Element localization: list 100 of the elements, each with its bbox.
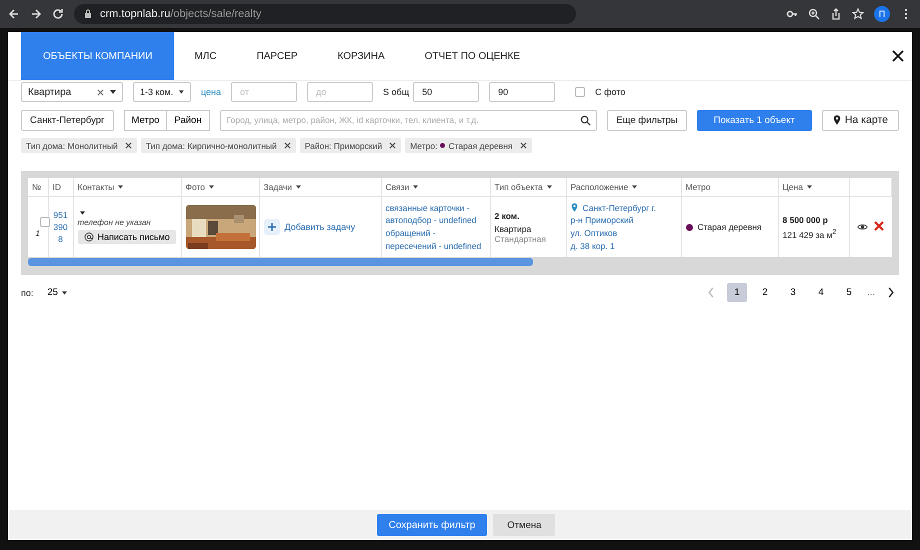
page-button[interactable]: 1	[727, 283, 748, 302]
delete-icon[interactable]	[874, 221, 884, 231]
url-host: crm.topnlab.ru	[100, 8, 170, 20]
share-icon[interactable]	[830, 8, 842, 20]
at-sign-icon	[84, 232, 94, 242]
more-filters-button[interactable]: Еще фильтры	[607, 110, 687, 130]
filter-chip[interactable]: Район: Приморский	[300, 138, 402, 153]
tab[interactable]: ОБЪЕКТЫ КОМПАНИИ	[21, 32, 174, 80]
reload-icon[interactable]	[52, 8, 64, 20]
key-icon[interactable]	[786, 8, 798, 20]
close-icon[interactable]	[892, 50, 904, 62]
search-field[interactable]: Город, улица, метро, район, ЖК, id карточки, тел. клиента, и т.д.	[220, 110, 598, 130]
map-button[interactable]: На карте	[822, 110, 899, 130]
metro-text: Старая деревня	[698, 222, 762, 232]
plus-icon	[264, 219, 280, 235]
segment-button[interactable]: Район	[167, 110, 210, 130]
tab[interactable]: ОТЧЕТ ПО ОЦЕНКЕ	[404, 32, 540, 80]
related-link[interactable]: обращений -	[386, 227, 486, 240]
add-task-button[interactable]: Добавить задачу	[264, 219, 356, 235]
star-icon[interactable]	[852, 8, 864, 20]
remove-icon[interactable]	[284, 142, 291, 149]
city-button[interactable]: Санкт-Петербург	[21, 110, 114, 130]
cancel-button[interactable]: Отмена	[493, 514, 556, 536]
zoom-icon[interactable]	[808, 8, 820, 20]
photo-checkbox[interactable]	[575, 87, 586, 97]
save-filter-button[interactable]: Сохранить фильтр	[376, 514, 488, 536]
column-header: №	[32, 182, 42, 192]
filter-chip[interactable]: Тип дома: Кирпично-монолитный	[140, 138, 296, 153]
type-select[interactable]: Квартира	[21, 82, 123, 102]
address-link[interactable]: р-н Приморский	[570, 214, 634, 227]
caret-icon	[179, 90, 184, 94]
column-header[interactable]: Тип объекта	[494, 182, 552, 192]
column-header[interactable]: Цена	[782, 182, 812, 192]
profile-avatar[interactable]: П	[874, 6, 890, 22]
column-header[interactable]: Связи	[386, 182, 418, 192]
price-from-field[interactable]: от	[231, 82, 298, 102]
caret-icon[interactable]	[118, 185, 124, 189]
pin-icon	[832, 115, 841, 125]
object-subtype-text: Стандартная	[494, 234, 548, 244]
related-link[interactable]: связанные карточки -	[386, 202, 486, 214]
caret-icon[interactable]	[413, 185, 418, 189]
column-header[interactable]: Контакты	[78, 182, 124, 192]
per-page-label: по:	[21, 288, 34, 298]
scrollbar-thumb[interactable]	[28, 258, 533, 266]
forward-icon[interactable]	[30, 8, 42, 20]
caret-icon[interactable]	[806, 185, 812, 189]
clear-icon[interactable]	[97, 88, 104, 96]
address-link[interactable]: Санкт-Петербург г.	[582, 202, 656, 214]
related-link[interactable]: пересечений - undefined	[386, 240, 486, 252]
remove-icon[interactable]	[520, 142, 526, 149]
show-objects-button[interactable]: Показать 1 объект	[696, 110, 812, 130]
column-header[interactable]: Фото	[186, 182, 214, 192]
tab[interactable]: ПАРСЕР	[236, 32, 318, 80]
caret-icon[interactable]	[296, 185, 302, 189]
caret-icon	[110, 90, 116, 94]
row-checkbox[interactable]	[40, 216, 50, 226]
page-button[interactable]: 3	[783, 283, 804, 302]
page-button[interactable]: 4	[811, 283, 832, 302]
column-header: ID	[52, 182, 61, 192]
price-link[interactable]: цена	[201, 87, 222, 97]
url-path: /objects/sale/realty	[170, 8, 262, 20]
price-text: 8 500 000 р	[782, 214, 829, 225]
metro-dot	[686, 224, 692, 230]
page-button[interactable]: 5	[839, 283, 860, 302]
filter-chip[interactable]: Тип дома: Монолитный	[21, 138, 137, 153]
rooms-text: 2 ком.	[494, 210, 520, 220]
remove-icon[interactable]	[124, 142, 132, 149]
price-to-field[interactable]: до	[307, 82, 374, 102]
caret-icon[interactable]	[209, 185, 214, 189]
segment-button[interactable]: Метро	[124, 110, 168, 130]
back-icon[interactable]	[8, 8, 20, 20]
remove-icon[interactable]	[389, 142, 396, 149]
eye-icon[interactable]	[857, 223, 868, 231]
per-page-select[interactable]: 25	[41, 286, 73, 299]
search-icon[interactable]	[580, 114, 592, 126]
address-bar[interactable]: crm.topnlab.ru/objects/sale/realty	[74, 4, 576, 24]
tab[interactable]: КОРЗИНА	[318, 32, 405, 80]
caret-icon[interactable]	[546, 185, 552, 189]
next-page-icon[interactable]	[887, 287, 895, 298]
lock-icon	[84, 9, 92, 19]
object-id-link[interactable]: 9513908	[52, 208, 68, 246]
caret-icon[interactable]	[80, 210, 84, 214]
row-number: 1	[34, 228, 41, 238]
caret-icon[interactable]	[632, 185, 638, 189]
address-link[interactable]: д. 38 кор. 1	[570, 240, 615, 252]
address-link[interactable]: ул. Оптиков	[570, 227, 618, 240]
column-header: Метро	[686, 182, 710, 192]
rooms-select[interactable]: 1-3 ком.	[133, 82, 191, 102]
area-label: S общ	[383, 87, 410, 97]
page-button[interactable]: 2	[755, 283, 776, 302]
area-from-field[interactable]: 50	[413, 82, 480, 102]
column-header[interactable]: Расположение	[570, 182, 638, 192]
area-to-field[interactable]: 90	[489, 82, 556, 102]
column-header[interactable]: Задачи	[264, 182, 302, 192]
related-link[interactable]: автоподбор - undefined	[386, 214, 486, 227]
pagination-ellipsis: ...	[867, 287, 875, 298]
tab[interactable]: МЛС	[174, 32, 237, 80]
pin-icon	[570, 203, 578, 212]
write-letter-button[interactable]: Написать письмо	[78, 230, 176, 244]
filter-chip[interactable]: Метро: Старая деревня	[405, 138, 532, 153]
